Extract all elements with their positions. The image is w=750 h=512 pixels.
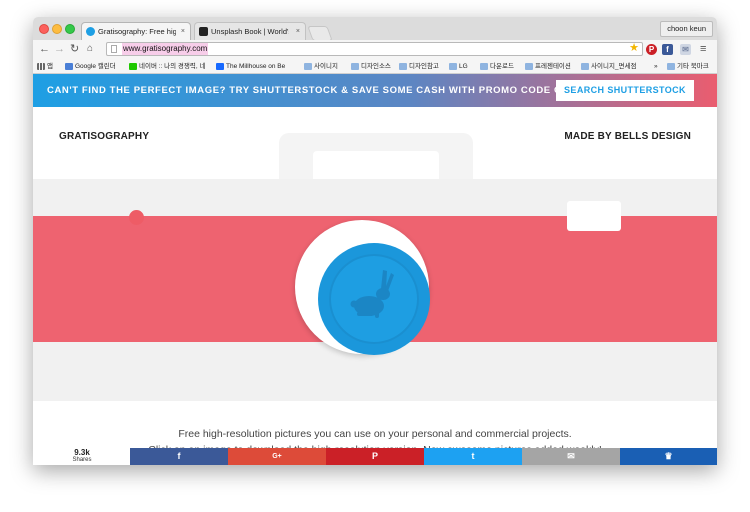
new-tab-button[interactable] (307, 26, 333, 41)
pinterest-icon: P (371, 451, 378, 461)
facebook-share-button[interactable]: f (130, 448, 228, 465)
share-counter: 9.3k Shares (69, 448, 95, 464)
bookmark-label: 사이니지_면세점 (591, 63, 637, 70)
pinterest-share-button[interactable]: P (326, 448, 424, 465)
browser-toolbar: ← → ↻ ⌂ www.gratisography.com ★ P f ✉ ≡ (33, 40, 717, 59)
profile-button[interactable]: choon keun (660, 21, 713, 37)
bookmark-apps[interactable]: 앱 (37, 61, 53, 72)
promo-text: CAN'T FIND THE PERFECT IMAGE? TRY SHUTTE… (47, 85, 593, 96)
bookmark-label: 프레젠테이션 (535, 63, 571, 70)
camera-flash-dot (129, 210, 144, 225)
bookmark-star-icon[interactable]: ★ (629, 41, 639, 54)
bookmark-label: 디자인참고 (409, 63, 439, 70)
window-maximize-button[interactable] (65, 24, 75, 34)
folder-icon (351, 63, 359, 70)
bookmark-label: 네이버 :: 나의 경쟁력, 네 (139, 63, 206, 70)
browser-window: Gratisography: Free high-r × Unsplash Bo… (33, 17, 717, 465)
folder-icon (304, 63, 312, 70)
tagline-line: Free high-resolution pictures you can us… (178, 428, 572, 440)
crown-icon: ♛ (664, 451, 673, 461)
window-close-button[interactable] (39, 24, 49, 34)
bookmark-naver[interactable]: 네이버 :: 나의 경쟁력, 네 (129, 61, 205, 72)
email-icon: ✉ (567, 451, 575, 461)
bookmark-label: LG (459, 63, 468, 70)
bookmark-folder-design-ref[interactable]: 디자인참고 (399, 61, 439, 72)
facebook-extension-icon[interactable]: f (662, 44, 673, 55)
share-count: 9.3k (74, 448, 90, 457)
home-icon[interactable]: ⌂ (87, 42, 93, 56)
behance-icon (216, 63, 224, 70)
bookmark-folder-signage[interactable]: 사이니지 (304, 61, 338, 72)
google-plus-share-button[interactable]: G+ (228, 448, 326, 465)
bookmark-folder-lg[interactable]: LG (449, 61, 468, 72)
site-logo-link[interactable]: GRATISOGRAPHY (59, 131, 149, 142)
tab-close-icon[interactable]: × (181, 23, 185, 40)
back-arrow-icon[interactable]: ← (39, 42, 50, 56)
promo-banner: CAN'T FIND THE PERFECT IMAGE? TRY SHUTTE… (33, 74, 717, 107)
tab-title: Unsplash Book | World's fi (211, 27, 289, 36)
tab-strip: Gratisography: Free high-r × Unsplash Bo… (33, 17, 717, 41)
camera-favicon-icon (199, 27, 208, 36)
menu-icon[interactable]: ≡ (700, 42, 706, 56)
reload-icon[interactable]: ↻ (70, 42, 79, 56)
bookmarks-overflow-icon[interactable]: » (654, 61, 658, 72)
tab-title: Gratisography: Free high-r (98, 27, 176, 36)
rabbit-icon (350, 270, 394, 318)
bookmark-label: 사이니지 (314, 63, 338, 70)
email-share-button[interactable]: ✉ (522, 448, 620, 465)
forward-arrow-icon[interactable]: → (54, 42, 65, 56)
bookmark-folder-presentation[interactable]: 프레젠테이션 (525, 61, 571, 72)
web-page: CAN'T FIND THE PERFECT IMAGE? TRY SHUTTE… (33, 74, 717, 465)
bookmark-google-calendar[interactable]: Google 캘린더 (65, 61, 116, 72)
tab-close-icon[interactable]: × (296, 23, 300, 40)
bookmarks-bar: 앱 Google 캘린더 네이버 :: 나의 경쟁력, 네 The Millho… (33, 59, 717, 74)
facebook-icon: f (177, 451, 181, 461)
share-count-label: Shares (72, 457, 92, 463)
folder-icon (449, 63, 457, 70)
twitter-share-button[interactable]: t (424, 448, 522, 465)
bookmark-label: 다운로드 (490, 63, 514, 70)
bookmark-label: 앱 (47, 63, 53, 70)
share-bar: 9.3k Shares f G+ P t ✉ ♛ (33, 448, 717, 465)
bookmark-label: 디자인소스 (361, 63, 391, 70)
folder-icon (480, 63, 488, 70)
tab-unsplash-book[interactable]: Unsplash Book | World's fi × (194, 22, 306, 40)
apps-icon (37, 63, 45, 70)
bookmark-folder-download[interactable]: 다운로드 (480, 61, 514, 72)
bookmark-label: The Millhouse on Be (226, 63, 286, 70)
pinterest-extension-icon[interactable]: P (646, 44, 657, 55)
folder-icon (399, 63, 407, 70)
naver-icon (129, 63, 137, 70)
bookmark-folder-design-source[interactable]: 디자인소스 (351, 61, 391, 72)
mail-extension-icon[interactable]: ✉ (680, 44, 691, 55)
url-text: www.gratisography.com (122, 43, 209, 55)
bookmark-folder-signage-dutyfree[interactable]: 사이니지_면세점 (581, 61, 636, 72)
camera-top-plate-inner (313, 151, 439, 179)
folder-icon (667, 63, 675, 70)
window-minimize-button[interactable] (52, 24, 62, 34)
google-plus-icon: G+ (272, 453, 282, 460)
folder-icon (581, 63, 589, 70)
folder-icon (525, 63, 533, 70)
bookmark-millhouse[interactable]: The Millhouse on Be (216, 61, 285, 72)
search-shutterstock-button[interactable]: SEARCH SHUTTERSTOCK (556, 80, 694, 101)
bookmark-folder-other[interactable]: 기타 북마크 (667, 61, 709, 72)
made-by-link[interactable]: MADE BY BELLS DESIGN (564, 131, 691, 142)
address-bar[interactable]: www.gratisography.com ★ (106, 42, 643, 56)
camera-viewfinder (567, 201, 621, 231)
calendar-icon (65, 63, 73, 70)
twitter-icon: t (471, 451, 475, 461)
bookmark-label: 기타 북마크 (677, 63, 709, 70)
crown-share-button[interactable]: ♛ (620, 448, 717, 465)
bookmark-label: Google 캘린더 (75, 63, 116, 70)
gratisography-favicon-icon (86, 27, 95, 36)
tab-gratisography[interactable]: Gratisography: Free high-r × (81, 22, 191, 40)
page-icon (111, 45, 117, 53)
